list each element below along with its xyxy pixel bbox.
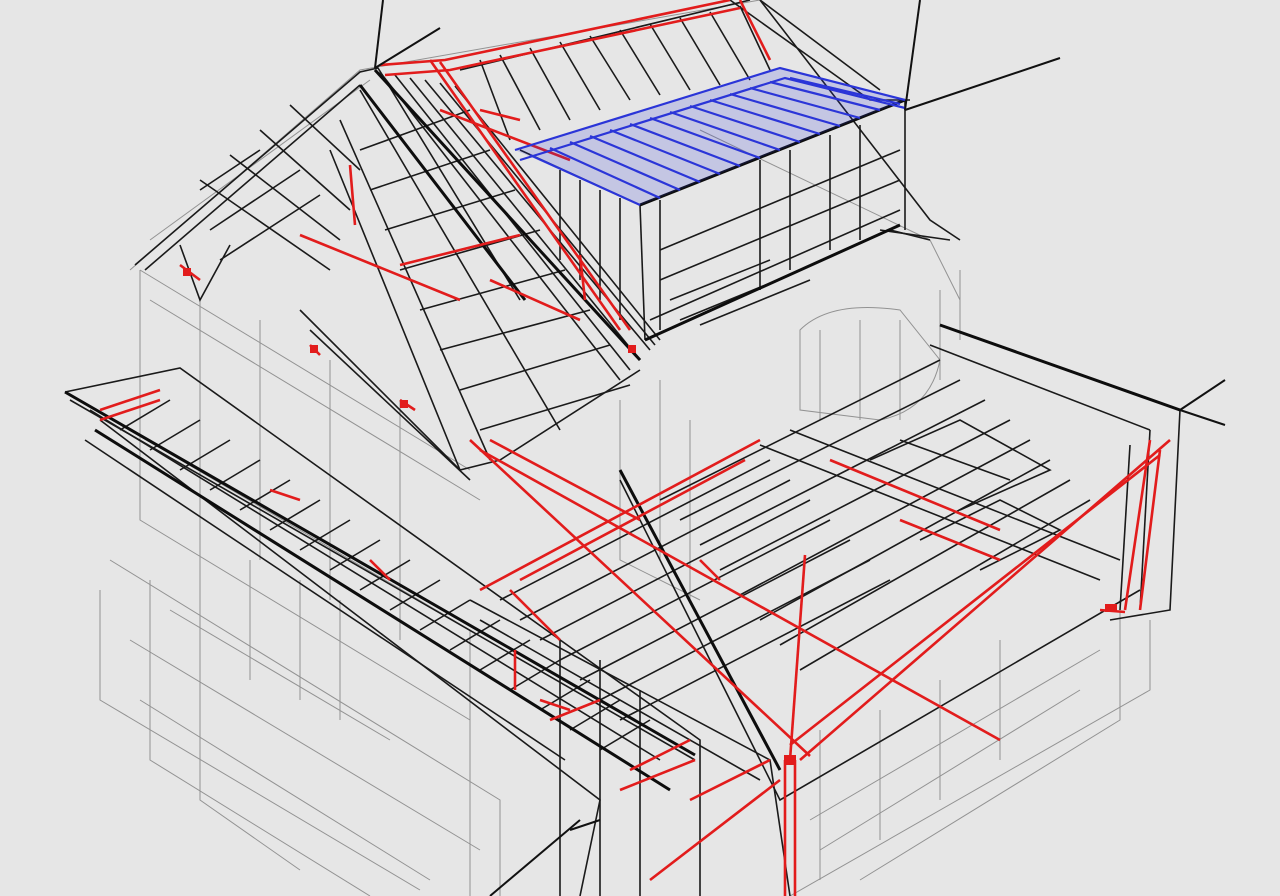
wireframe-model[interactable] — [0, 0, 1280, 896]
model-viewport[interactable] — [0, 0, 1280, 896]
